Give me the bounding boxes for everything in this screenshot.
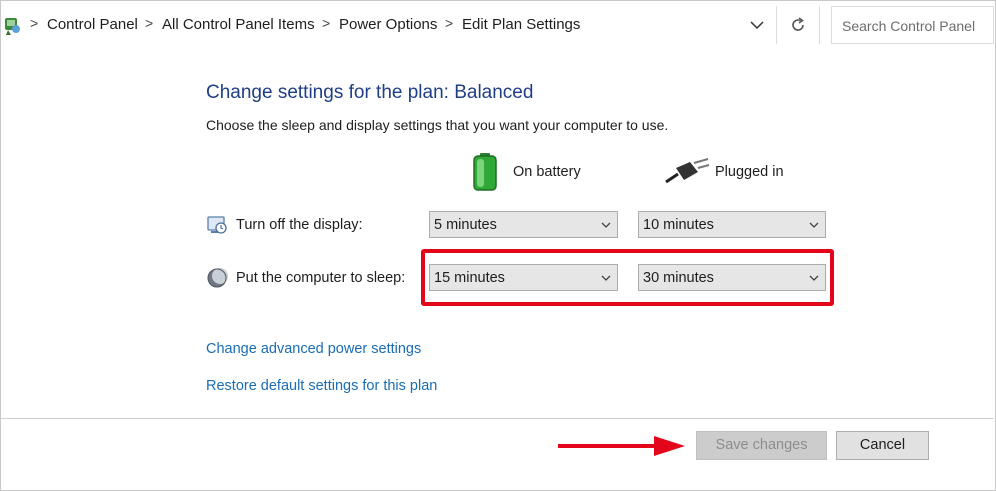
control-panel-icon bbox=[2, 14, 22, 36]
chevron-down-icon[interactable] bbox=[748, 14, 766, 34]
moon-icon bbox=[206, 267, 228, 289]
breadcrumb-separator: > bbox=[445, 15, 454, 31]
display-plugged-select[interactable]: 10 minutes bbox=[638, 211, 826, 238]
display-battery-value: 5 minutes bbox=[434, 217, 497, 233]
address-bar[interactable]: > Control Panel > All Control Panel Item… bbox=[0, 0, 776, 50]
footer-divider bbox=[0, 418, 994, 419]
highlight-box bbox=[421, 249, 834, 306]
breadcrumb-separator: > bbox=[30, 15, 39, 31]
refresh-button[interactable] bbox=[776, 6, 820, 44]
page-title: Change settings for the plan: Balanced bbox=[206, 82, 534, 103]
chevron-down-icon bbox=[809, 222, 819, 228]
chevron-down-icon bbox=[601, 222, 611, 228]
display-icon bbox=[206, 214, 228, 236]
column-plugged-in: Plugged in bbox=[715, 164, 784, 180]
display-plugged-value: 10 minutes bbox=[643, 217, 714, 233]
display-battery-select[interactable]: 5 minutes bbox=[429, 211, 618, 238]
breadcrumb-power-options[interactable]: Power Options bbox=[339, 16, 437, 33]
search-placeholder: Search Control Panel bbox=[842, 18, 976, 34]
breadcrumb-all-items[interactable]: All Control Panel Items bbox=[162, 16, 315, 33]
display-row-label: Turn off the display: bbox=[236, 217, 363, 233]
restore-defaults-link[interactable]: Restore default settings for this plan bbox=[206, 378, 437, 394]
sleep-row-label: Put the computer to sleep: bbox=[236, 270, 406, 286]
breadcrumb-separator: > bbox=[145, 15, 154, 31]
refresh-icon bbox=[792, 17, 804, 31]
breadcrumb-control-panel[interactable]: Control Panel bbox=[47, 16, 138, 33]
battery-icon bbox=[471, 152, 499, 192]
save-changes-button[interactable]: Save changes bbox=[696, 431, 827, 460]
search-input[interactable]: Search Control Panel bbox=[831, 6, 994, 44]
column-on-battery: On battery bbox=[513, 164, 581, 180]
advanced-settings-link[interactable]: Change advanced power settings bbox=[206, 341, 421, 357]
breadcrumb-separator: > bbox=[322, 15, 331, 31]
cancel-button[interactable]: Cancel bbox=[836, 431, 929, 460]
page-subtitle: Choose the sleep and display settings th… bbox=[206, 117, 669, 133]
red-arrow-icon bbox=[558, 434, 686, 458]
power-plug-icon bbox=[664, 158, 710, 186]
breadcrumb-edit-plan[interactable]: Edit Plan Settings bbox=[462, 16, 580, 33]
